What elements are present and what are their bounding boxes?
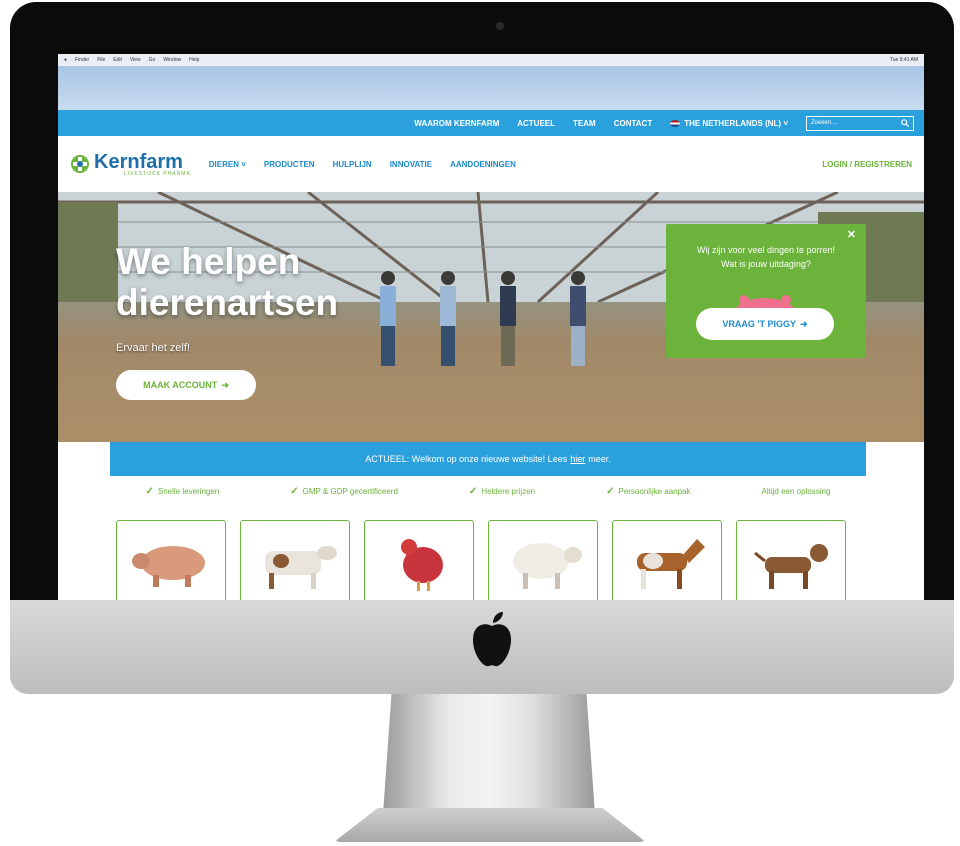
pig-icon — [132, 546, 205, 587]
popup-line1: Wij zijn voor veel dingen te porren! — [696, 245, 836, 255]
toplink-contact[interactable]: CONTACT — [614, 119, 653, 128]
imac-stand-neck — [383, 694, 595, 814]
category-card-pig[interactable] — [116, 520, 226, 602]
ask-piggy-button[interactable]: VRAAG 'T PIGGY ➜ — [696, 308, 834, 340]
nav-item-hulplijn[interactable]: HULPLIJN — [333, 160, 372, 169]
menubar-item[interactable]: Window — [163, 57, 181, 63]
nav-item-producten[interactable]: PRODUCTEN — [264, 160, 315, 169]
news-link[interactable]: hier — [570, 454, 585, 464]
hero-title-line1: We helpen — [116, 241, 301, 282]
main-navigation: Kernfarm LIVESTOCK PHARMA DIEREN ˅ PRODU… — [58, 136, 924, 192]
popup-line2: Wat is jouw uitdaging? — [721, 258, 811, 269]
imac-mockup: ● Finder File Edit View Go Window Help T… — [0, 0, 960, 846]
piggy-popup: ✕ Wij zijn voor veel dingen te porren! W… — [666, 224, 866, 358]
news-suffix: meer. — [588, 454, 611, 464]
category-card-cow[interactable] — [240, 520, 350, 602]
chevron-down-icon: ˅ — [241, 159, 246, 169]
usp-label: Snelle leveringen — [157, 486, 220, 496]
menubar-item[interactable]: File — [97, 57, 105, 63]
hero-subtitle: Ervaar het zelf! — [116, 342, 190, 354]
usp-label: Heldere prijzen — [481, 486, 536, 496]
logo-name: Kernfarm — [94, 150, 183, 173]
news-text: ACTUEEL: Welkom op onze nieuwe website! … — [365, 454, 568, 464]
imac-stand-foot — [334, 808, 646, 842]
arrow-right-icon: ➜ — [221, 379, 229, 390]
menubar-item[interactable]: Finder — [75, 57, 89, 63]
toplink-waarom[interactable]: WAAROM KERNFARM — [414, 119, 499, 128]
close-icon[interactable]: ✕ — [847, 228, 856, 241]
cow-icon — [265, 546, 337, 589]
menubar-item[interactable]: Help — [189, 57, 199, 63]
menubar-item[interactable]: Go — [149, 57, 156, 63]
search-input[interactable]: Zoeken.... — [806, 115, 914, 131]
nav-label: DIEREN — [208, 159, 239, 169]
ask-piggy-label: VRAAG 'T PIGGY — [722, 319, 797, 329]
check-icon: ✓ — [468, 485, 478, 497]
menubar-item[interactable]: Edit — [113, 57, 122, 63]
dog-icon — [754, 544, 828, 589]
netherlands-flag-icon — [670, 119, 681, 127]
farmers-illustration — [380, 271, 586, 366]
login-register-link[interactable]: LOGIN / REGISTREREN — [822, 160, 912, 169]
apple-menu-icon[interactable]: ● — [64, 57, 67, 63]
country-selector[interactable]: THE NETHERLANDS (NL) ˅ — [670, 119, 788, 128]
nav-item-aandoeningen[interactable]: AANDOENINGEN — [450, 160, 516, 169]
check-icon: ✓ — [290, 485, 299, 497]
apple-icon — [473, 612, 511, 667]
category-card-dog[interactable] — [736, 520, 846, 602]
usp-item: ✓ Snelle leveringen — [145, 486, 219, 497]
animal-category-cards — [116, 520, 846, 602]
usp-item: ✓ Persoonlijke aanpak — [606, 486, 690, 497]
horse-icon — [637, 539, 705, 589]
create-account-button[interactable]: MAAK ACCOUNT ➜ — [116, 370, 256, 400]
usp-label: Persoonlijke aanpak — [618, 486, 691, 496]
logo-cross-icon — [71, 155, 89, 173]
kernfarm-logo[interactable]: Kernfarm LIVESTOCK PHARMA — [70, 152, 191, 177]
usp-label: Altijd een oplossing — [761, 486, 831, 496]
news-banner: ACTUEEL: Welkom op onze nieuwe website! … — [110, 442, 866, 476]
check-icon: ✓ — [606, 485, 615, 497]
popup-message: Wij zijn voor veel dingen te porren! Wat… — [674, 244, 858, 271]
macos-menubar: ● Finder File Edit View Go Window Help T… — [58, 54, 924, 66]
hero-title-line2: dierenartsen — [116, 281, 339, 323]
category-card-chicken[interactable] — [364, 520, 474, 602]
chevron-down-icon: ˅ — [783, 118, 788, 128]
check-icon: ✓ — [145, 485, 154, 497]
usp-item: ✓ GMP & GDP gecertificeerd — [290, 486, 398, 497]
create-account-label: MAAK ACCOUNT — [143, 380, 218, 390]
desktop-background — [58, 66, 924, 110]
top-navigation: WAAROM KERNFARM ACTUEEL TEAM CONTACT THE… — [58, 110, 924, 136]
category-card-sheep[interactable] — [488, 520, 598, 602]
hero-banner: We helpen dierenartsen Ervaar het zelf! … — [58, 192, 924, 442]
logo-tagline: LIVESTOCK PHARMA — [124, 170, 191, 177]
usp-label: GMP & GDP gecertificeerd — [302, 486, 398, 496]
menubar-clock: Tue 9:41 AM — [889, 57, 918, 63]
search-placeholder: Zoeken.... — [811, 120, 838, 126]
country-label: THE NETHERLANDS (NL) — [684, 118, 782, 128]
nav-item-innovatie[interactable]: INNOVATIE — [390, 160, 432, 169]
usp-list: ✓ Snelle leveringen ✓ GMP & GDP gecertific… — [110, 482, 866, 500]
chicken-icon — [401, 539, 443, 591]
sheep-icon — [513, 543, 582, 589]
usp-item: ✓ Heldere prijzen — [469, 486, 535, 497]
toplink-team[interactable]: TEAM — [573, 119, 596, 128]
hero-title: We helpen dierenartsen — [116, 241, 339, 323]
nav-item-dieren[interactable]: DIEREN ˅ — [209, 160, 246, 169]
search-icon[interactable] — [901, 119, 909, 127]
browser-screen: ● Finder File Edit View Go Window Help T… — [58, 54, 924, 602]
camera — [496, 22, 504, 30]
usp-item: Altijd een oplossing — [762, 487, 831, 496]
category-card-horse[interactable] — [612, 520, 722, 602]
arrow-right-icon: ➜ — [800, 318, 808, 329]
toplink-actueel[interactable]: ACTUEEL — [517, 119, 555, 128]
menubar-item[interactable]: View — [130, 57, 141, 63]
